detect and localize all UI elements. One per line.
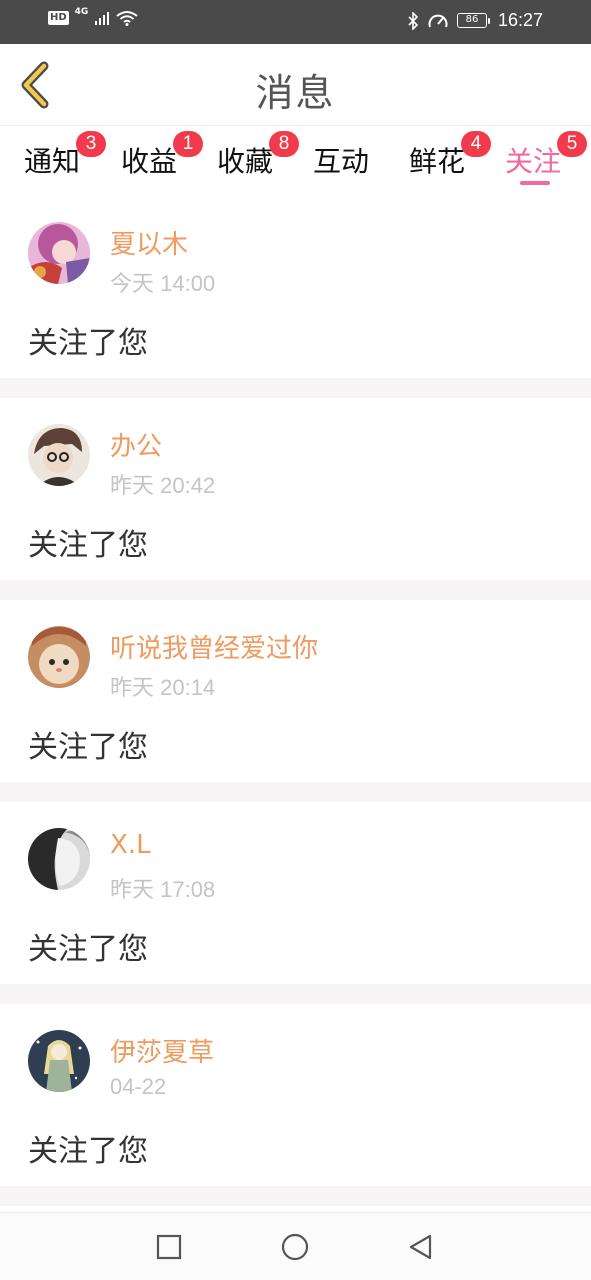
username[interactable]: 伊莎夏草 [110,1032,214,1069]
username[interactable]: X.L [110,830,151,860]
tab-favorites[interactable]: 收藏 8 [217,131,300,192]
action-text: 关注了您 [28,730,148,765]
status-left: HD 4G [48,7,138,26]
header: 消息 [0,44,591,126]
bluetooth-icon [408,11,419,30]
avatar[interactable] [28,424,90,486]
divider [0,1186,591,1206]
unread-badge: 8 [269,131,300,157]
username[interactable]: 夏以木 [110,224,188,261]
divider [0,984,591,1004]
page-title: 消息 [255,71,336,115]
notification-list: 夏以木 今天 14:00 关注了您 办公 昨天 20:42 关注了您 听说我曾经… [0,196,591,1206]
tab-bar: 通知 3 收益 1 收藏 8 互动 鲜花 4 关注 5 [0,126,591,196]
avatar[interactable] [28,828,90,890]
tab-label: 通知 [24,145,81,178]
tab-earnings[interactable]: 收益 1 [121,131,204,192]
timestamp: 昨天 17:08 [110,877,216,902]
system-nav-bar [0,1212,591,1280]
avatar[interactable] [28,626,90,688]
action-text: 关注了您 [28,932,148,967]
action-text: 关注了您 [28,528,148,563]
timestamp: 昨天 20:42 [110,473,216,498]
list-item[interactable]: 夏以木 今天 14:00 关注了您 [0,196,591,378]
wifi-icon [116,11,138,26]
hd-icon: HD [48,11,69,25]
divider [0,782,591,802]
avatar[interactable] [28,1030,90,1092]
tab-label: 收藏 [217,145,274,178]
action-text: 关注了您 [28,326,148,361]
unread-badge: 5 [557,131,588,157]
list-item[interactable]: 办公 昨天 20:42 关注了您 [0,398,591,580]
status-right: 86 16:27 [407,10,543,31]
tab-follows[interactable]: 关注 5 [505,131,588,192]
tab-label: 收益 [121,145,178,178]
timestamp: 04-22 [110,1074,167,1099]
square-recents-icon [156,1234,182,1260]
action-text: 关注了您 [28,1134,148,1169]
battery-icon: 86 [456,13,490,28]
triangle-back-icon [409,1234,432,1260]
unread-badge: 4 [461,131,492,157]
speedometer-icon [428,14,448,27]
unread-badge: 3 [76,131,107,157]
divider [0,580,591,600]
circle-home-icon [281,1233,309,1261]
list-item[interactable]: 伊莎夏草 04-22 关注了您 [0,1004,591,1186]
active-tab-indicator [520,181,550,185]
list-item[interactable]: 听说我曾经爱过你 昨天 20:14 关注了您 [0,600,591,782]
battery-level: 86 [456,13,487,28]
clock: 16:27 [497,10,543,30]
divider [0,378,591,398]
tab-label: 鲜花 [409,145,466,178]
timestamp: 昨天 20:14 [110,675,216,700]
username[interactable]: 办公 [110,426,162,463]
network-type: 4G [74,7,89,17]
tab-label: 关注 [505,145,562,178]
status-bar: HD 4G 86 16:27 [0,0,591,44]
tab-label: 互动 [313,145,370,178]
list-item[interactable]: X.L 昨天 17:08 关注了您 [0,802,591,984]
signal-icon [95,12,110,25]
tab-interactions[interactable]: 互动 [313,140,369,192]
avatar[interactable] [28,222,90,284]
tab-notifications[interactable]: 通知 3 [24,131,107,192]
unread-badge: 1 [173,131,204,157]
username[interactable]: 听说我曾经爱过你 [110,628,318,665]
recents-button[interactable] [155,1233,183,1261]
tab-flowers[interactable]: 鲜花 4 [409,131,492,192]
home-button[interactable] [281,1233,309,1261]
back-nav-button[interactable] [407,1233,435,1261]
timestamp: 今天 14:00 [110,271,216,296]
